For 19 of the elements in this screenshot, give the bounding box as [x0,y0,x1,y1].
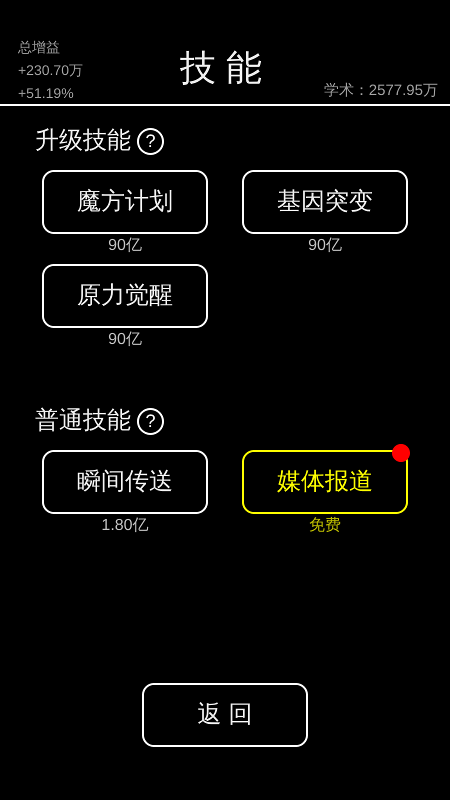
help-button[interactable]: ? [137,408,164,434]
academic-points: 学术：2577.95万 [324,81,438,101]
screen-title: 技 能 [180,46,262,90]
skill-cost: 1.80亿 [101,516,149,536]
help-button[interactable]: ? [137,128,164,154]
skill-button[interactable]: 基因突变 [242,170,408,234]
skill-cost: 90亿 [108,330,142,350]
skill-cost: 90亿 [108,236,142,256]
stat-text: +230.70万 [18,61,83,80]
section-heading: 升级技能 [35,126,131,156]
stat-text: 总增益 [18,38,61,57]
skill-cost: 免费 [309,516,341,536]
skill-button[interactable]: 瞬间传送 [42,450,208,514]
skill-cost: 90亿 [308,236,342,256]
section-heading: 普通技能 [35,406,131,436]
skill-button[interactable]: 原力觉醒 [42,264,208,328]
back-button[interactable]: 返 回 [142,683,308,747]
skill-button[interactable]: 魔方计划 [42,170,208,234]
stat-text: +51.19% [18,84,75,103]
